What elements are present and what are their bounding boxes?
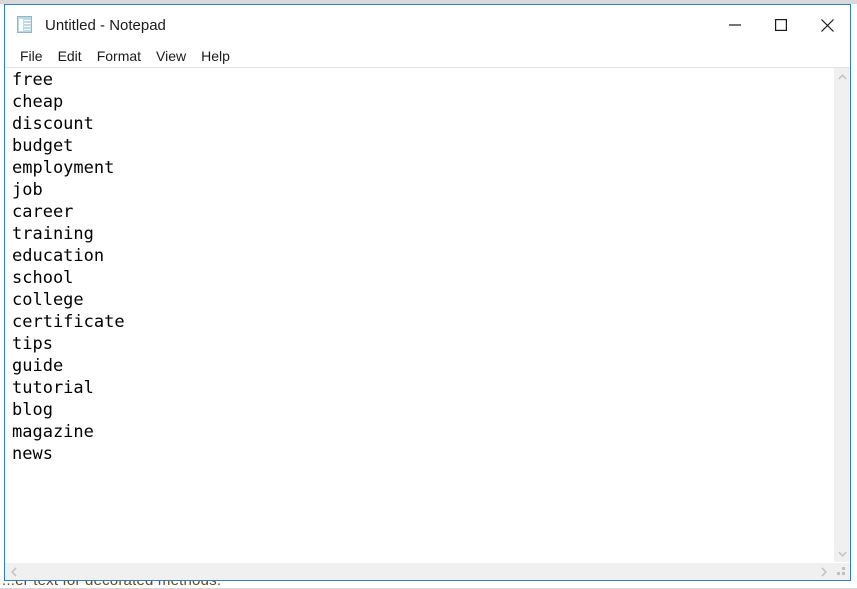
text-line: school [12,268,74,288]
text-line: guide [12,356,64,376]
text-line: employment [12,158,115,178]
scroll-right-button[interactable] [815,563,833,580]
text-editor[interactable]: free cheap discount budget employment job care… [5,68,833,562]
chevron-up-icon [837,73,847,80]
close-icon [820,18,834,32]
text-line: certificate [12,312,125,332]
scroll-down-button[interactable] [834,545,850,562]
resize-grip-icon[interactable] [833,563,850,580]
text-line: training [12,224,94,244]
vertical-scrollbar[interactable] [833,68,850,562]
editor-region: free cheap discount budget employment job care… [5,68,850,562]
text-line: education [12,246,105,266]
menu-item-file[interactable]: File [13,47,50,66]
notepad-window: Untitled - Notepad File Edit Format View… [4,4,851,581]
text-line: magazine [12,422,94,442]
text-line: tutorial [12,378,94,398]
notepad-icon [15,15,35,35]
maximize-button[interactable] [758,5,804,45]
maximize-icon [775,19,787,31]
menu-item-edit[interactable]: Edit [51,47,89,66]
chevron-down-icon [837,550,847,557]
horizontal-scrollbar[interactable] [5,562,850,580]
menu-item-help[interactable]: Help [194,47,237,66]
text-line: cheap [12,92,64,112]
text-line: job [12,180,43,200]
menu-bar: File Edit Format View Help [5,45,850,68]
window-title: Untitled - Notepad [45,16,166,34]
close-button[interactable] [804,5,850,45]
vertical-scrollbar-track[interactable] [834,85,850,545]
scroll-up-button[interactable] [834,68,850,85]
text-line: college [12,290,84,310]
text-line: budget [12,136,74,156]
chevron-left-icon [11,566,17,577]
text-line: career [12,202,74,222]
scroll-left-button[interactable] [5,563,23,580]
chevron-right-icon [821,566,827,577]
minimize-icon [729,24,741,26]
horizontal-scrollbar-track[interactable] [23,563,815,580]
text-line: blog [12,400,53,420]
title-bar[interactable]: Untitled - Notepad [5,5,850,45]
text-line: free [12,70,53,90]
text-line: news [12,444,53,464]
window-controls [712,5,850,45]
text-line: discount [12,114,94,134]
minimize-button[interactable] [712,5,758,45]
menu-item-format[interactable]: Format [90,47,148,66]
menu-item-view[interactable]: View [149,47,193,66]
text-line: tips [12,334,53,354]
